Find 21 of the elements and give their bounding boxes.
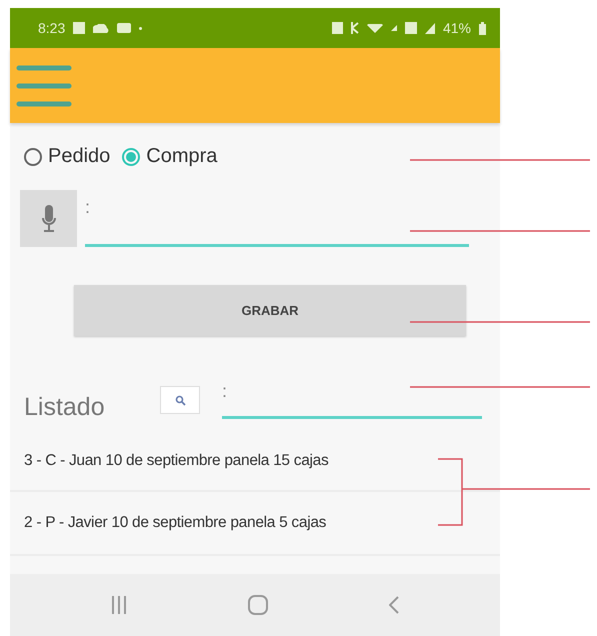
clock: 8:23 xyxy=(38,20,66,36)
signal-icon xyxy=(390,25,397,31)
list-item[interactable]: 3 - C - Juan 10 de septiembre panela 15 cajas xyxy=(10,440,500,492)
microphone-icon xyxy=(42,204,56,232)
wifi-icon xyxy=(366,24,383,32)
search-icon xyxy=(174,394,186,406)
dot-icon xyxy=(139,26,142,30)
list-item[interactable]: 2 - P - Javier 10 de septiembre panela 5 cajas xyxy=(10,492,500,556)
back-icon xyxy=(389,596,400,614)
battery-level: 41% xyxy=(442,20,471,36)
radio-option[interactable]: Pedido xyxy=(24,145,110,168)
save-button[interactable]: GRABAR xyxy=(74,285,466,336)
home-icon xyxy=(248,595,268,615)
radio-option[interactable]: Compra xyxy=(122,145,218,168)
battery-icon xyxy=(479,22,486,34)
microphone-button[interactable] xyxy=(20,190,77,247)
list-title: Listado xyxy=(24,393,106,422)
search-button[interactable] xyxy=(160,386,200,414)
signal-icon xyxy=(424,22,435,34)
cloud-icon xyxy=(93,24,110,32)
recent-apps-icon xyxy=(110,596,127,614)
